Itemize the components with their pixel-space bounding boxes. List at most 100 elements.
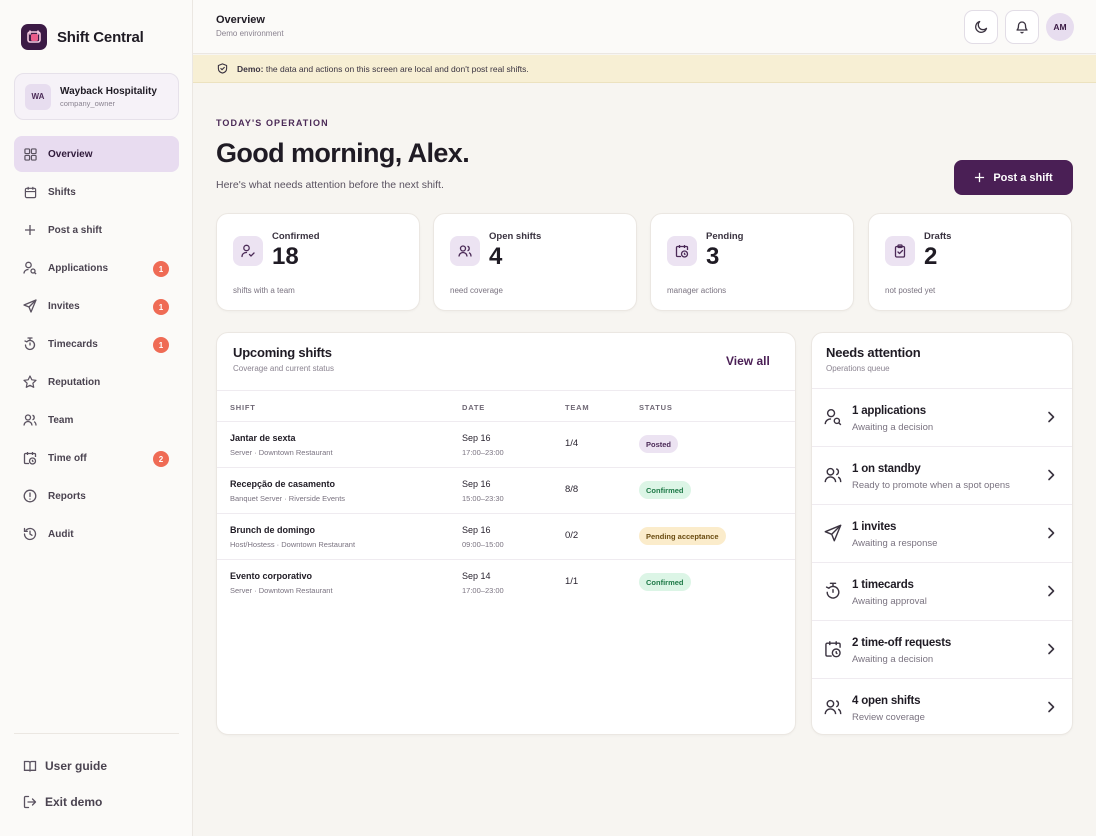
user-guide-link[interactable]: User guide (14, 748, 179, 784)
send-icon (824, 524, 844, 544)
sidebar-nav: Overview Shifts Post a shift Application… (14, 136, 179, 554)
table-row[interactable]: Recepção de casamento Banquet Server · R… (217, 468, 795, 514)
sidebar-item-shifts[interactable]: Shifts (14, 174, 179, 210)
demo-banner-text: Demo: the data and actions on this scree… (237, 63, 529, 74)
alert-circle-icon (23, 489, 37, 503)
sidebar-item-overview[interactable]: Overview (14, 136, 179, 172)
sidebar-item-reports[interactable]: Reports (14, 478, 179, 514)
attention-item-standby[interactable]: 1 on standby Ready to promote when a spo… (812, 447, 1072, 505)
user-avatar[interactable]: AM (1046, 13, 1074, 41)
attention-item-invites[interactable]: 1 invites Awaiting a response (812, 505, 1072, 563)
org-switcher[interactable]: WA Wayback Hospitality company_owner (14, 73, 179, 120)
stat-value: 3 (706, 243, 720, 270)
user-check-icon (233, 236, 263, 266)
stat-note: shifts with a team (233, 286, 295, 295)
attention-title: 4 open shifts (852, 695, 921, 707)
sidebar-item-post-shift[interactable]: Post a shift (14, 212, 179, 248)
sidebar-item-label: Shifts (48, 186, 76, 198)
column-header-shift[interactable]: SHIFT (230, 403, 256, 412)
stat-card-drafts[interactable]: Drafts 2 not posted yet (868, 213, 1072, 311)
org-avatar: WA (25, 83, 51, 110)
attention-subtitle: Awaiting a response (852, 538, 938, 549)
users-icon (824, 466, 844, 486)
shift-team: 1/4 (565, 438, 579, 449)
shift-team: 0/2 (565, 530, 579, 541)
timer-icon (824, 582, 844, 602)
view-all-link[interactable]: View all (726, 354, 770, 368)
chevron-right-icon (1044, 526, 1058, 540)
table-row[interactable]: Jantar de sexta Server · Downtown Restau… (217, 422, 795, 468)
stat-note: need coverage (450, 286, 503, 295)
shift-date: Sep 16 (462, 525, 491, 535)
stat-card-pending[interactable]: Pending 3 manager actions (650, 213, 854, 311)
chevron-right-icon (1044, 410, 1058, 424)
sidebar-item-label: Invites (48, 300, 80, 312)
shift-time: 15:00–23:30 (462, 494, 504, 503)
table-row[interactable]: Brunch de domingo Host/Hostess · Downtow… (217, 514, 795, 560)
stat-card-open-shifts[interactable]: Open shifts 4 need coverage (433, 213, 637, 311)
theme-toggle-button[interactable] (964, 10, 998, 44)
attention-subtitle: Review coverage (852, 712, 925, 723)
user-guide-label: User guide (45, 759, 108, 773)
column-header-team[interactable]: TEAM (565, 403, 589, 412)
attention-item-time-off[interactable]: 2 time-off requests Awaiting a decision (812, 621, 1072, 679)
plus-icon (974, 172, 985, 183)
calendar-clock-icon (667, 236, 697, 266)
sidebar-item-reputation[interactable]: Reputation (14, 364, 179, 400)
calendar-icon (23, 185, 37, 199)
brand[interactable]: Shift Central (21, 24, 144, 50)
sidebar-item-label: Post a shift (48, 224, 102, 236)
log-out-icon (23, 795, 37, 809)
user-search-icon (824, 408, 844, 428)
exit-demo-label: Exit demo (45, 795, 103, 809)
stat-value: 2 (924, 243, 938, 270)
upcoming-shifts-card: Upcoming shifts Coverage and current sta… (216, 332, 796, 735)
chevron-right-icon (1044, 700, 1058, 714)
users-icon (23, 413, 37, 427)
table-row[interactable]: Evento corporativo Server · Downtown Res… (217, 560, 795, 606)
sidebar-item-time-off[interactable]: Time off 2 (14, 440, 179, 476)
sidebar-item-label: Time off (48, 452, 87, 464)
stat-value: 18 (272, 243, 299, 270)
sidebar-item-label: Audit (48, 528, 74, 540)
shift-name: Jantar de sexta (230, 433, 296, 443)
sidebar-item-team[interactable]: Team (14, 402, 179, 438)
sidebar-item-invites[interactable]: Invites 1 (14, 288, 179, 324)
stat-note: manager actions (667, 286, 727, 295)
card-subtitle: Operations queue (826, 364, 890, 373)
attention-subtitle: Awaiting a decision (852, 654, 934, 665)
applications-count-badge: 1 (153, 261, 169, 277)
shift-name: Recepção de casamento (230, 479, 336, 489)
exit-demo-link[interactable]: Exit demo (14, 784, 179, 820)
shift-team: 1/1 (565, 576, 579, 587)
greeting-heading: Good morning, Alex. (216, 138, 470, 168)
column-header-status[interactable]: STATUS (639, 403, 673, 412)
attention-item-open-shifts[interactable]: 4 open shifts Review coverage (812, 679, 1072, 737)
users-icon (824, 698, 844, 718)
card-title: Needs attention (826, 345, 921, 360)
stat-label: Confirmed (272, 231, 320, 242)
section-eyebrow: TODAY'S OPERATION (216, 118, 329, 128)
post-shift-button[interactable]: Post a shift (954, 160, 1073, 195)
shift-role: Server · Downtown Restaurant (230, 448, 333, 457)
attention-title: 1 invites (852, 521, 897, 533)
attention-item-applications[interactable]: 1 applications Awaiting a decision (812, 389, 1072, 447)
column-header-date[interactable]: DATE (462, 403, 485, 412)
star-icon (23, 375, 37, 389)
sidebar-item-applications[interactable]: Applications 1 (14, 250, 179, 286)
sidebar-item-audit[interactable]: Audit (14, 516, 179, 552)
calendar-clock-icon (824, 640, 844, 660)
notifications-button[interactable] (1005, 10, 1039, 44)
attention-subtitle: Awaiting a decision (852, 422, 934, 433)
sidebar-item-timecards[interactable]: Timecards 1 (14, 326, 179, 362)
attention-item-timecards[interactable]: 1 timecards Awaiting approval (812, 563, 1072, 621)
card-title: Upcoming shifts (233, 345, 332, 360)
shift-role: Host/Hostess · Downtown Restaurant (230, 540, 356, 549)
shift-role: Banquet Server · Riverside Events (230, 494, 346, 503)
shift-date: Sep 16 (462, 479, 491, 489)
stat-card-confirmed[interactable]: Confirmed 18 shifts with a team (216, 213, 420, 311)
status-badge: Confirmed (639, 481, 691, 499)
stat-note: not posted yet (885, 286, 936, 295)
greeting-subtext: Here's what needs attention before the n… (216, 179, 444, 191)
attention-subtitle: Awaiting approval (852, 596, 927, 607)
